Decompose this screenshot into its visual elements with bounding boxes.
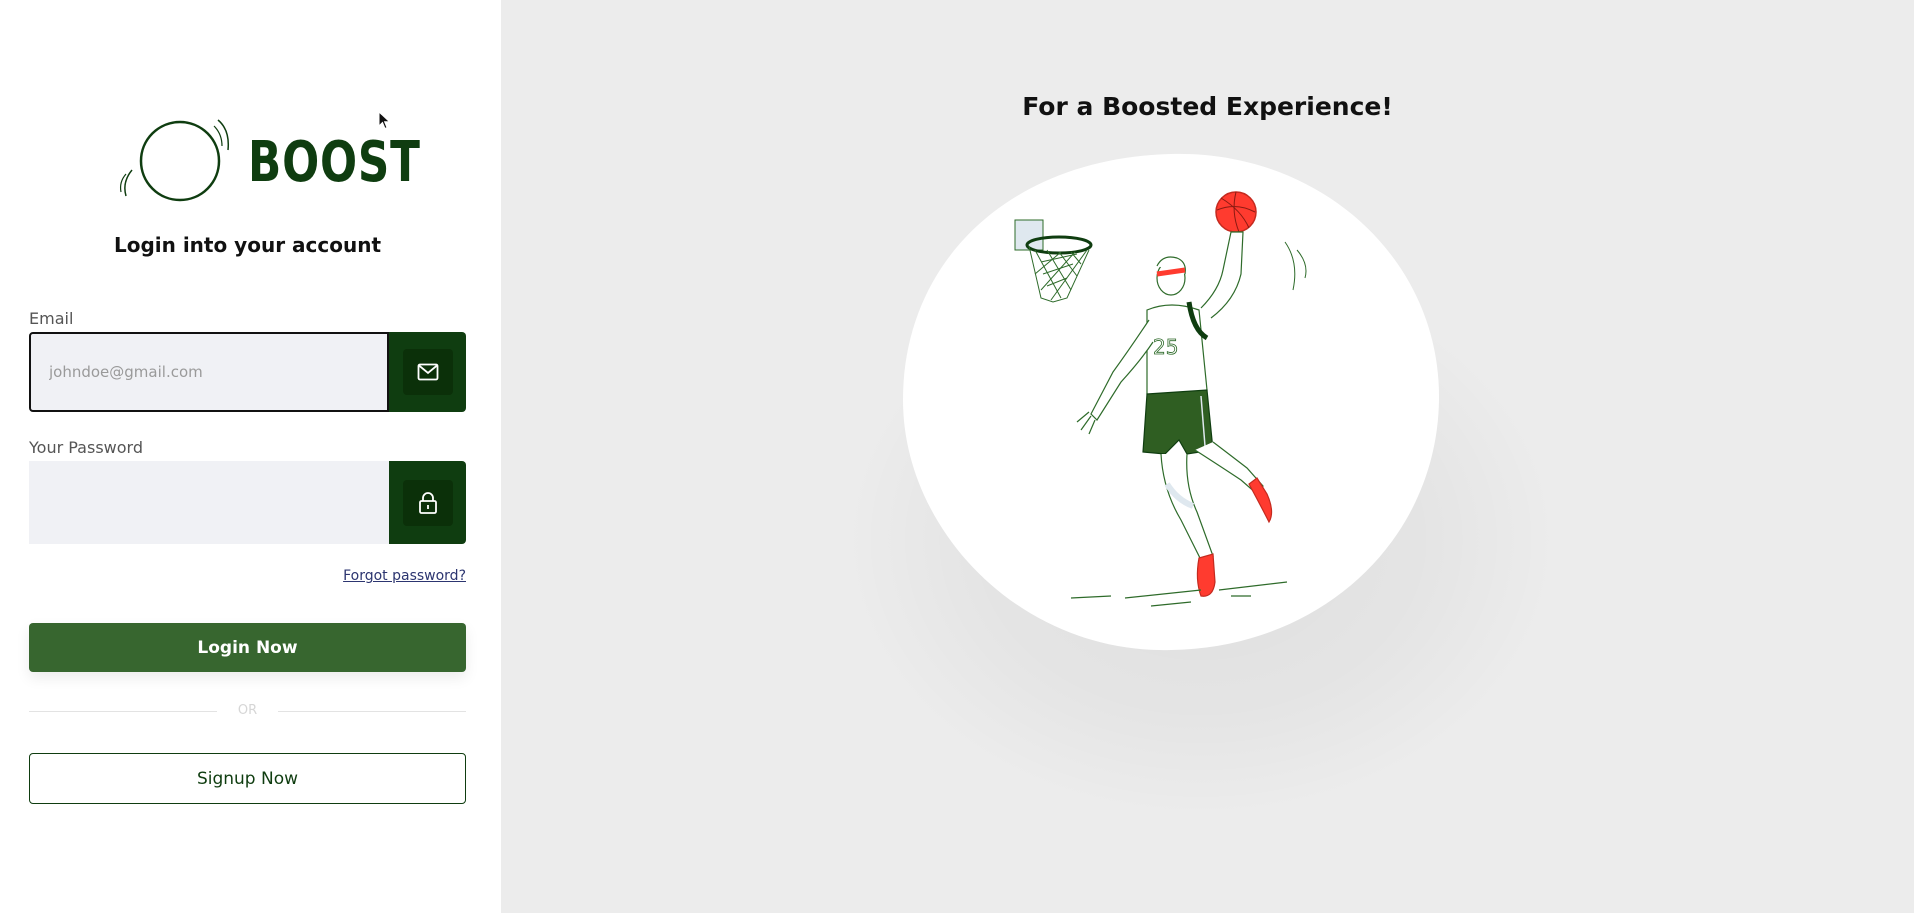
- email-label: Email: [29, 309, 74, 328]
- email-field[interactable]: [29, 332, 389, 412]
- email-field-group: [29, 332, 466, 412]
- forgot-password-link[interactable]: Forgot password?: [0, 568, 466, 584]
- mail-icon: [417, 363, 438, 381]
- password-icon-button: [389, 461, 466, 544]
- hero-panel: For a Boosted Experience! 25: [501, 0, 1914, 913]
- login-heading: Login into your account: [113, 233, 382, 257]
- login-button[interactable]: Login Now: [29, 623, 466, 672]
- email-icon-button: [389, 332, 466, 412]
- lock-icon: [418, 491, 437, 514]
- divider-right: [278, 711, 466, 712]
- basketball-icon: [1215, 191, 1257, 233]
- password-field-group: [29, 461, 466, 544]
- password-label: Your Password: [29, 438, 143, 457]
- password-field[interactable]: [29, 461, 389, 544]
- hero-tagline: For a Boosted Experience!: [1022, 92, 1393, 121]
- boost-logo: BOOST: [118, 112, 420, 208]
- password-icon-box: [402, 479, 453, 526]
- ball-logo-icon: [119, 119, 230, 202]
- login-panel: BOOST Login into your account Email Your…: [0, 0, 501, 913]
- basketball-player-illustration: 25: [903, 153, 1440, 651]
- email-icon-box: [402, 349, 453, 395]
- signup-button[interactable]: Signup Now: [29, 753, 466, 804]
- jersey-number: 25: [1153, 335, 1178, 359]
- brand-name: BOOST: [248, 130, 421, 195]
- mouse-cursor-icon: [378, 111, 391, 130]
